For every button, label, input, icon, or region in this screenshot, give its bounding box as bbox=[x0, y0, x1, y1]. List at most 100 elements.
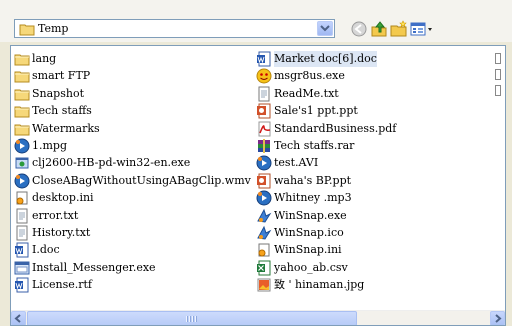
rar-archive-icon bbox=[258, 139, 270, 153]
file-name-label: clj2600-HB-pd-win32-en.exe bbox=[32, 156, 191, 170]
file-name-label: msgr8us.exe bbox=[274, 69, 345, 83]
file-name-label: Install_Messenger.exe bbox=[32, 260, 156, 274]
image-file-icon bbox=[257, 278, 271, 292]
file-name-label: yahoo_ab.csv bbox=[274, 260, 348, 274]
file-name-label: error.txt bbox=[32, 208, 79, 222]
back-icon bbox=[351, 21, 367, 37]
up-one-level-button[interactable] bbox=[370, 20, 388, 38]
pdf-icon bbox=[258, 121, 271, 137]
view-menu-button[interactable] bbox=[410, 20, 434, 38]
file-list-item[interactable]: WinSnap.ico bbox=[256, 225, 344, 241]
file-name-label: Tech staffs.rar bbox=[274, 139, 355, 152]
media-file-icon bbox=[256, 155, 272, 171]
file-list-item[interactable]: smart FTP bbox=[14, 68, 90, 84]
scroll-right-button[interactable] bbox=[490, 311, 505, 325]
text-file-icon bbox=[258, 86, 270, 102]
file-list-item[interactable]: Watermarks bbox=[14, 121, 100, 137]
file-name-label: CloseABagWithoutUsingABagClip.wmv bbox=[32, 173, 251, 187]
scroll-left-button[interactable] bbox=[11, 311, 26, 325]
word-doc-icon bbox=[257, 51, 271, 67]
file-list-item[interactable]: History.txt bbox=[14, 225, 90, 241]
file-name-label: Tech staffs bbox=[32, 104, 92, 118]
clipped-item-icon bbox=[495, 53, 501, 64]
powerpoint-icon bbox=[257, 173, 271, 189]
current-folder-label: Temp bbox=[38, 22, 69, 35]
media-file-icon bbox=[14, 138, 30, 154]
file-name-label: WinSnap.ini bbox=[274, 243, 342, 257]
file-list-item[interactable]: 致 ' hinaman.jpg bbox=[256, 277, 364, 293]
folder-icon bbox=[19, 24, 35, 36]
ini-settings-icon bbox=[258, 243, 270, 257]
file-name-label: lang bbox=[32, 52, 57, 65]
back-button[interactable] bbox=[350, 20, 368, 38]
file-list-item[interactable]: Tech staffs bbox=[14, 103, 92, 119]
file-name-label: ReadMe.txt bbox=[274, 86, 339, 100]
file-list-item[interactable]: ReadMe.txt bbox=[256, 86, 339, 102]
file-list-item[interactable]: 1.mpg bbox=[14, 138, 67, 154]
text-file-icon bbox=[16, 208, 28, 224]
file-list-item[interactable]: yahoo_ab.csv bbox=[256, 260, 348, 276]
file-name-label: desktop.ini bbox=[32, 191, 94, 205]
file-name-label: test.AVI bbox=[274, 156, 319, 170]
file-name-label: License.rtf bbox=[32, 278, 92, 292]
combo-dropdown-button[interactable] bbox=[317, 21, 333, 36]
ini-settings-icon bbox=[16, 191, 28, 205]
file-list-item[interactable]: CloseABagWithoutUsingABagClip.wmv bbox=[14, 173, 251, 189]
file-name-label: smart FTP bbox=[32, 69, 91, 83]
file-name-label: History.txt bbox=[32, 226, 91, 239]
file-list-item[interactable]: msgr8us.exe bbox=[256, 68, 345, 84]
file-name-label: I.doc bbox=[32, 243, 60, 257]
file-list-item[interactable]: error.txt bbox=[14, 208, 78, 224]
file-list-item[interactable]: waha's BP.ppt bbox=[256, 173, 351, 189]
file-list-item[interactable]: test.AVI bbox=[256, 155, 318, 171]
excel-csv-icon bbox=[257, 260, 271, 276]
messenger-icon bbox=[256, 68, 272, 84]
create-new-folder-button[interactable] bbox=[390, 20, 408, 38]
look-in-combobox[interactable]: Temp bbox=[14, 19, 335, 38]
file-list-item[interactable]: Install_Messenger.exe bbox=[14, 260, 156, 276]
up-folder-icon bbox=[371, 21, 387, 37]
media-file-icon bbox=[256, 190, 272, 206]
file-list-item[interactable]: lang bbox=[14, 51, 56, 67]
file-list-item[interactable]: Market doc[6].doc bbox=[256, 51, 377, 67]
file-name-label: 1.mpg bbox=[32, 139, 68, 152]
media-file-icon bbox=[14, 173, 30, 189]
clipped-item-icon bbox=[495, 85, 501, 96]
file-name-label: Sale's1 ppt.ppt bbox=[274, 104, 358, 118]
file-list-item[interactable]: I.doc bbox=[14, 242, 60, 258]
folder-icon bbox=[14, 71, 30, 83]
chevron-down-icon bbox=[320, 25, 330, 32]
new-folder-icon bbox=[390, 20, 407, 37]
file-list-item[interactable]: Tech staffs.rar bbox=[256, 138, 354, 154]
chevron-right-icon bbox=[495, 314, 502, 323]
file-name-label: Snapshot bbox=[32, 86, 84, 100]
word-doc-icon bbox=[15, 277, 29, 293]
file-list-item[interactable]: Snapshot bbox=[14, 86, 84, 102]
scrollbar-thumb[interactable] bbox=[27, 311, 357, 325]
file-list-item[interactable]: clj2600-HB-pd-win32-en.exe bbox=[14, 155, 190, 171]
winsnap-icon bbox=[257, 225, 272, 240]
file-list-item[interactable]: WinSnap.ini bbox=[256, 242, 342, 258]
location-toolbar: Temp bbox=[0, 0, 512, 42]
file-list-item[interactable]: desktop.ini bbox=[14, 190, 94, 206]
file-name-label: Whitney .mp3 bbox=[274, 191, 352, 205]
folder-icon bbox=[14, 106, 30, 118]
file-name-label: 致 ' hinaman.jpg bbox=[274, 278, 365, 292]
folder-icon bbox=[14, 89, 30, 101]
file-name-label: WinSnap.exe bbox=[274, 208, 347, 222]
file-list[interactable]: lang smart FTP Snapshot Tech staffs Watermar… bbox=[10, 45, 506, 326]
folder-icon bbox=[14, 54, 30, 66]
file-list-item[interactable]: Whitney .mp3 bbox=[256, 190, 352, 206]
file-list-item[interactable]: License.rtf bbox=[14, 277, 92, 293]
file-list-item[interactable]: WinSnap.exe bbox=[256, 208, 347, 224]
chevron-left-icon bbox=[14, 314, 21, 323]
file-list-item[interactable]: Sale's1 ppt.ppt bbox=[256, 103, 358, 119]
file-name-label: Market doc[6].doc bbox=[274, 51, 377, 67]
powerpoint-icon bbox=[257, 103, 271, 119]
file-list-item[interactable]: StandardBusiness.pdf bbox=[256, 121, 396, 137]
file-name-label: StandardBusiness.pdf bbox=[274, 121, 397, 135]
folder-icon bbox=[14, 124, 30, 136]
horizontal-scrollbar[interactable] bbox=[11, 310, 505, 325]
file-name-label: waha's BP.ppt bbox=[274, 173, 352, 187]
word-doc-icon bbox=[15, 242, 29, 258]
